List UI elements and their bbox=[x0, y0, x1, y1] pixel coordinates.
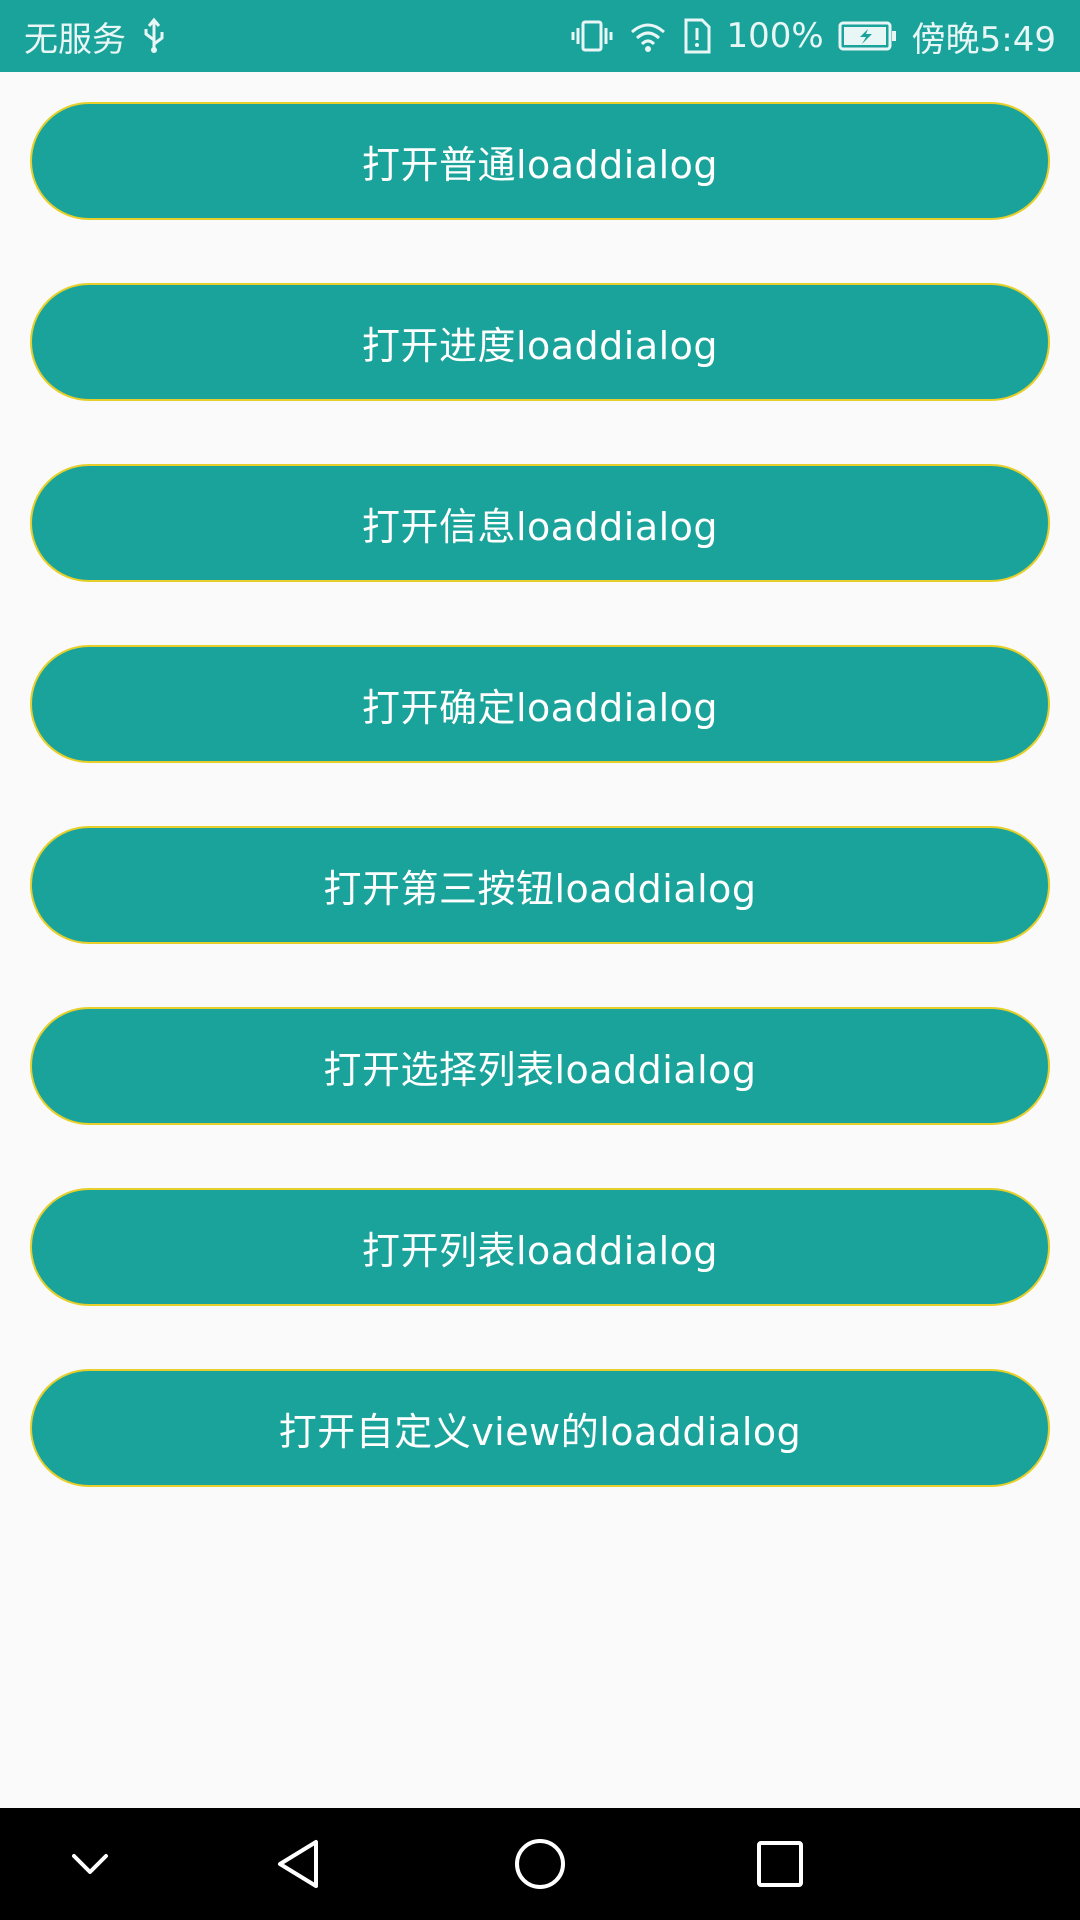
open-info-dialog-button[interactable]: 打开信息loaddialog bbox=[30, 464, 1050, 582]
open-third-button-dialog-button[interactable]: 打开第三按钮loaddialog bbox=[30, 826, 1050, 944]
status-bar: 无服务 100% 傍晚5:49 bbox=[0, 0, 1080, 72]
status-right: 100% 傍晚5:49 bbox=[570, 12, 1056, 61]
battery-percentage: 100% bbox=[726, 16, 824, 56]
open-custom-view-dialog-button[interactable]: 打开自定义view的loaddialog bbox=[30, 1369, 1050, 1487]
wifi-icon bbox=[628, 16, 668, 56]
clock: 傍晚5:49 bbox=[911, 19, 1056, 60]
open-confirm-dialog-button[interactable]: 打开确定loaddialog bbox=[30, 645, 1050, 763]
open-list-dialog-button[interactable]: 打开列表loaddialog bbox=[30, 1188, 1050, 1306]
screen: 无服务 100% 傍晚5:49 打开普通loaddialog 打开进度loadd… bbox=[0, 0, 1080, 1920]
collapse-icon[interactable] bbox=[52, 1826, 128, 1902]
sim-alert-icon bbox=[682, 16, 712, 56]
battery-icon bbox=[838, 19, 898, 53]
button-list: 打开普通loaddialog 打开进度loaddialog 打开信息loaddi… bbox=[0, 72, 1080, 1808]
navigation-bar bbox=[0, 1808, 1080, 1920]
usb-icon bbox=[140, 16, 168, 56]
open-normal-dialog-button[interactable]: 打开普通loaddialog bbox=[30, 102, 1050, 220]
status-left: 无服务 bbox=[24, 12, 168, 61]
vibrate-icon bbox=[570, 16, 614, 56]
back-icon[interactable] bbox=[262, 1826, 338, 1902]
open-progress-dialog-button[interactable]: 打开进度loaddialog bbox=[30, 283, 1050, 401]
open-choice-list-dialog-button[interactable]: 打开选择列表loaddialog bbox=[30, 1007, 1050, 1125]
carrier-text: 无服务 bbox=[24, 19, 126, 60]
home-icon[interactable] bbox=[502, 1826, 578, 1902]
recents-icon[interactable] bbox=[742, 1826, 818, 1902]
